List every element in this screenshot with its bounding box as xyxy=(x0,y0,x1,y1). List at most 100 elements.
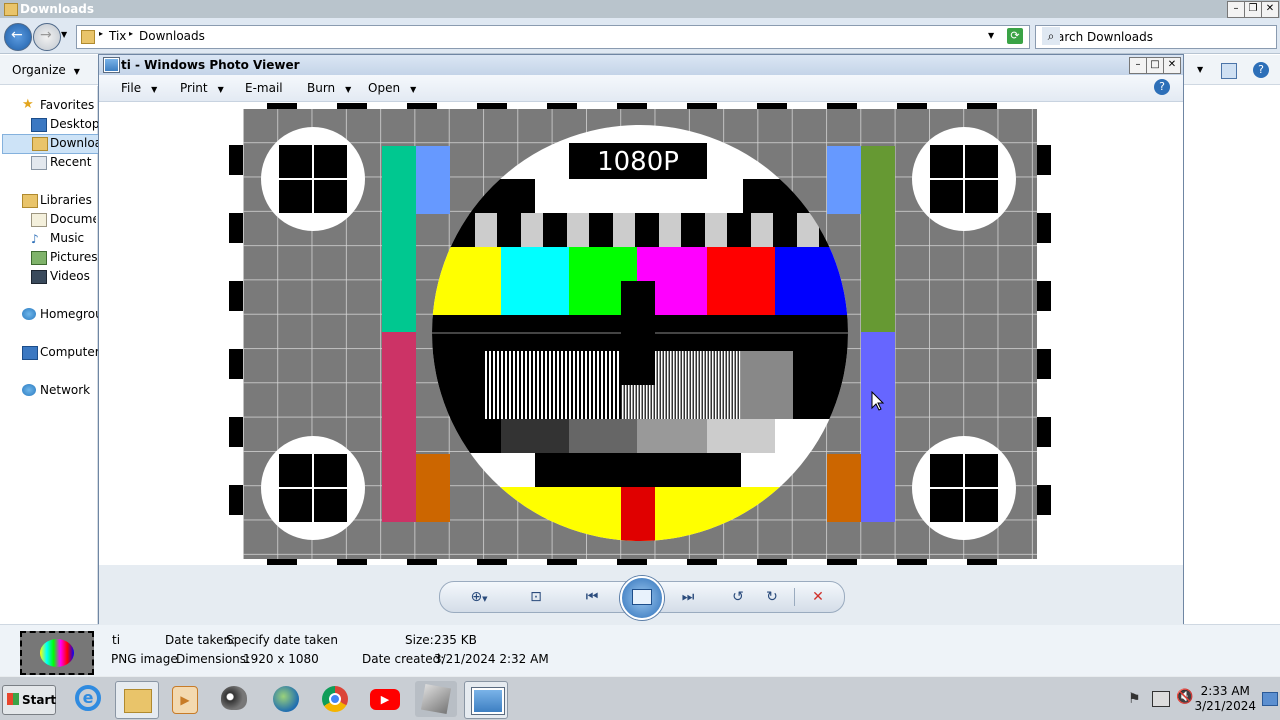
chevron-right-icon: ▸ xyxy=(99,29,104,38)
zoom-button[interactable]: ⊕▼ xyxy=(462,585,496,609)
refresh-icon[interactable]: ⟳ xyxy=(1007,28,1023,44)
nav-network[interactable]: Network xyxy=(40,383,90,397)
control-divider xyxy=(794,588,795,606)
chrome-taskbar-button[interactable] xyxy=(314,681,356,717)
internet-explorer-taskbar-button[interactable]: e xyxy=(67,681,109,717)
forward-button[interactable]: → xyxy=(33,23,61,51)
slideshow-button[interactable] xyxy=(620,576,664,620)
nav-documents[interactable]: Documents xyxy=(50,212,96,226)
photo-viewer-icon xyxy=(472,688,504,714)
breadcrumb-downloads[interactable]: Downloads xyxy=(139,29,205,43)
preview-pane-icon[interactable] xyxy=(1221,63,1237,79)
details-date-taken-value[interactable]: Specify date taken xyxy=(226,633,338,647)
address-dropdown-icon[interactable]: ▼ xyxy=(988,31,994,40)
raccoon-app-taskbar-button[interactable] xyxy=(213,681,255,717)
menu-email[interactable]: E-mail xyxy=(245,81,283,95)
action-center-flag-icon[interactable]: ⚑ xyxy=(1128,691,1141,707)
tool-app-taskbar-button[interactable] xyxy=(415,681,457,717)
chevron-down-icon: ▼ xyxy=(151,85,158,94)
desktop-icon xyxy=(31,118,47,132)
nav-pictures[interactable]: Pictures xyxy=(50,250,98,264)
navigation-pane: ★ Favorites Desktop Downloads Recent Pla… xyxy=(0,86,110,624)
show-desktop-button[interactable] xyxy=(1262,692,1278,706)
menu-burn[interactable]: Burn ▼ xyxy=(307,81,351,95)
folder-icon xyxy=(4,3,18,16)
restore-button[interactable]: ❐ xyxy=(1244,1,1262,18)
details-file-name: ti xyxy=(112,633,121,647)
nav-libraries[interactable]: Libraries xyxy=(40,193,92,207)
actual-size-button[interactable]: ⊡ xyxy=(522,585,550,609)
nav-computer[interactable]: Computer xyxy=(40,345,100,359)
menu-burn-label: Burn xyxy=(307,81,336,95)
nav-videos[interactable]: Videos xyxy=(50,269,90,283)
nav-downloads-selected[interactable]: Downloads xyxy=(2,134,100,154)
details-date-taken-label: Date taken: xyxy=(165,633,236,647)
details-file-type: PNG image xyxy=(111,652,178,666)
photo-viewer-taskbar-button[interactable] xyxy=(464,681,508,719)
previous-button[interactable]: ⏮ xyxy=(578,585,606,609)
organize-button[interactable]: Organize ▼ xyxy=(12,63,80,77)
explorer-taskbar-button[interactable] xyxy=(115,681,159,719)
details-dimensions-value: 1920 x 1080 xyxy=(243,652,319,666)
viewer-controls: ⊕▼ ⊡ ⏮ ⏭ ↺ ↻ ✕ xyxy=(439,576,845,620)
nav-desktop[interactable]: Desktop xyxy=(50,117,100,131)
test-pattern-graphic: 1080P xyxy=(229,103,1051,565)
details-size-value: 235 KB xyxy=(434,633,477,647)
details-dimensions-label: Dimensions: xyxy=(176,652,251,666)
system-clock[interactable]: 2:33 AM 3/21/2024 xyxy=(1194,684,1256,714)
menu-print[interactable]: Print ▼ xyxy=(180,81,224,95)
menu-file[interactable]: File ▼ xyxy=(121,81,157,95)
delete-button[interactable]: ✕ xyxy=(804,585,832,609)
help-icon[interactable]: ? xyxy=(1253,62,1269,78)
network-tray-icon[interactable] xyxy=(1152,691,1170,707)
next-button[interactable]: ⏭ xyxy=(674,585,702,609)
details-size-label: Size: xyxy=(405,633,434,647)
close-button[interactable]: ✕ xyxy=(1261,1,1279,18)
recent-pages-dropdown[interactable]: ▼ xyxy=(61,30,67,39)
address-bar[interactable]: ▸ Tix ▸ Downloads ▼ ⟳ xyxy=(76,25,1030,49)
test-pattern-image[interactable]: 1080P xyxy=(229,103,1051,565)
delete-x-icon: ✕ xyxy=(812,589,824,605)
explorer-title-bar: Downloads – ❐ ✕ xyxy=(0,0,1280,18)
rotate-clockwise-button[interactable]: ↻ xyxy=(758,585,786,609)
chrome-icon xyxy=(322,686,348,712)
media-player-taskbar-button[interactable]: ▶ xyxy=(163,681,205,717)
view-options-dropdown[interactable]: ▼ xyxy=(1197,65,1203,74)
viewer-close-button[interactable]: ✕ xyxy=(1163,57,1181,74)
network-icon xyxy=(22,384,36,396)
photo-viewer-title-bar: ti - Windows Photo Viewer – □ ✕ xyxy=(99,55,1183,75)
viewer-minimize-button[interactable]: – xyxy=(1129,57,1147,74)
clock-time: 2:33 AM xyxy=(1200,684,1250,698)
viewer-help-icon[interactable]: ? xyxy=(1154,79,1170,95)
photo-viewer-menu-bar: File ▼ Print ▼ E-mail Burn ▼ Open ▼ ? xyxy=(99,75,1183,102)
windows-logo-icon xyxy=(7,693,19,705)
nav-favorites[interactable]: Favorites xyxy=(40,98,94,112)
menu-open[interactable]: Open ▼ xyxy=(368,81,416,95)
viewer-maximize-button[interactable]: □ xyxy=(1146,57,1164,74)
details-date-created-label: Date created: xyxy=(362,652,445,666)
nav-recent-places[interactable]: Recent Places xyxy=(50,155,96,169)
previous-icon: ⏮ xyxy=(585,589,599,605)
minimize-button[interactable]: – xyxy=(1227,1,1245,18)
youtube-taskbar-button[interactable]: ▶ xyxy=(364,681,406,717)
search-icon[interactable]: ⌕ xyxy=(1042,27,1060,45)
tool-icon xyxy=(420,683,452,715)
globe-icon xyxy=(273,686,299,712)
search-input[interactable]: Search Downloads ⌕ xyxy=(1035,25,1277,49)
volume-muted-icon[interactable]: 🔇 xyxy=(1176,689,1193,705)
star-icon: ★ xyxy=(22,97,34,112)
rotate-counterclockwise-button[interactable]: ↺ xyxy=(724,585,752,609)
globe-app-taskbar-button[interactable] xyxy=(265,681,307,717)
chevron-down-icon: ▼ xyxy=(410,85,417,94)
details-date-created-value: 3/21/2024 2:32 AM xyxy=(434,652,549,666)
organize-label: Organize xyxy=(12,63,66,77)
nav-music[interactable]: Music xyxy=(50,231,84,245)
back-button[interactable]: ← xyxy=(4,23,32,51)
start-button[interactable]: Start xyxy=(2,685,56,715)
breadcrumb-tix[interactable]: Tix xyxy=(109,29,126,43)
menu-open-label: Open xyxy=(368,81,401,95)
zoom-icon: ⊕ xyxy=(470,589,483,605)
libraries-icon xyxy=(22,194,38,208)
slideshow-icon xyxy=(632,589,652,605)
menu-file-label: File xyxy=(121,81,142,95)
